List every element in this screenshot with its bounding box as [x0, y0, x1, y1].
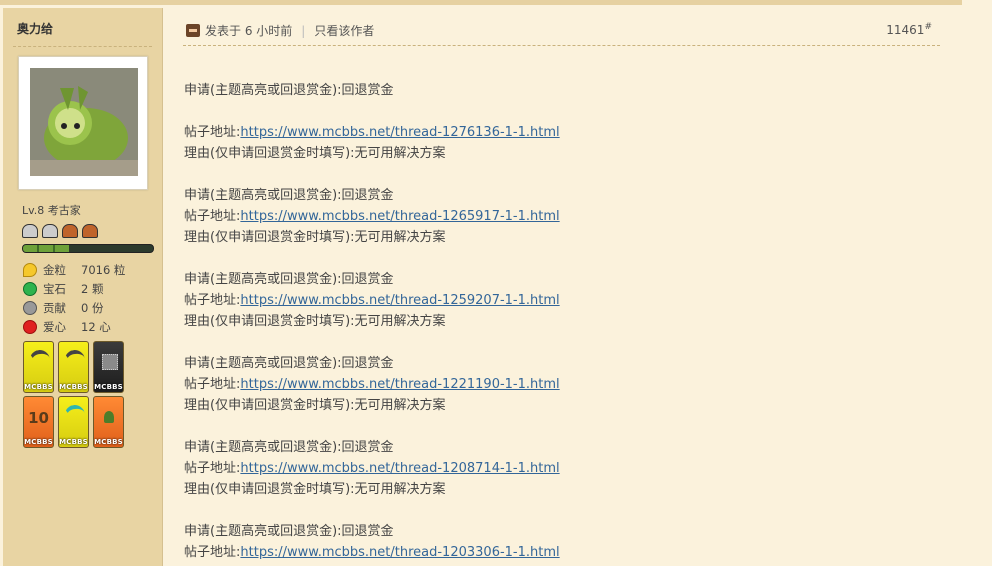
thread-url-link[interactable]: https://www.mcbbs.net/thread-1276136-1-1… — [240, 125, 559, 140]
medal-label: MCBBS — [94, 383, 123, 391]
stat-label: 贡献 — [43, 300, 66, 315]
experience-bar — [22, 244, 154, 253]
post-time: 发表于 6 小时前 — [205, 24, 293, 38]
thread-url-link[interactable]: https://www.mcbbs.net/thread-1203306-1-1… — [240, 545, 559, 560]
author-online-icon — [186, 24, 200, 37]
user-stats: 金粒 7016 粒 宝石 2 颗 贡献 0 份 爱心 12 心 — [23, 260, 125, 336]
gem-icon — [23, 281, 37, 296]
ore-block-icon — [102, 354, 118, 370]
post-content: 申请(主题高亮或回退赏金):回退赏金 帖子地址:https://www.mcbbs… — [184, 80, 560, 563]
avatar[interactable] — [18, 56, 148, 190]
helmet-icon — [82, 224, 98, 238]
thread-address-label: 帖子地址: — [184, 125, 241, 140]
stat-gem: 宝石 2 颗 — [23, 279, 125, 298]
top-border — [0, 0, 962, 5]
request-type-line: 申请(主题高亮或回退赏金):回退赏金 — [184, 83, 394, 98]
thread-address-line: 帖子地址:https://www.mcbbs.net/thread-126591… — [184, 206, 560, 227]
floor-symbol: # — [924, 22, 932, 32]
pickaxe-icon — [63, 403, 87, 429]
experience-bar-fill — [23, 245, 69, 252]
floor-number[interactable]: 11461# — [886, 22, 932, 37]
stat-value: 7016 粒 — [81, 262, 126, 277]
request-type-line: 申请(主题高亮或回退赏金):回退赏金 — [184, 440, 394, 455]
username-link[interactable]: 奥力给 — [17, 20, 53, 37]
plant-icon — [104, 411, 114, 423]
stat-contribution: 贡献 0 份 — [23, 298, 125, 317]
medal-label: MCBBS — [59, 438, 88, 446]
pickaxe-icon — [63, 348, 87, 374]
stat-label: 金粒 — [43, 262, 66, 277]
medal-glyph: 10 — [28, 409, 49, 427]
sidebar-divider — [13, 46, 152, 47]
thread-address-label: 帖子地址: — [184, 461, 241, 476]
thread-address-line: 帖子地址:https://www.mcbbs.net/thread-122119… — [184, 374, 560, 395]
stat-gold: 金粒 7016 粒 — [23, 260, 125, 279]
helmet-icon — [62, 224, 78, 238]
apple-heart-icon — [23, 319, 37, 334]
meta-divider: | — [301, 24, 306, 38]
reason-line: 理由(仅申请回退赏金时填写):无可用解决方案 — [184, 398, 446, 413]
gold-nugget-icon — [23, 262, 37, 277]
medal-grid: MCBBS MCBBS MCBBS 10 MCBBS MCBBS MCBBS — [23, 341, 133, 448]
thread-address-line: 帖子地址:https://www.mcbbs.net/thread-125920… — [184, 290, 560, 311]
helmet-icon — [22, 224, 38, 238]
thread-address-label: 帖子地址: — [184, 545, 241, 560]
request-type-line: 申请(主题高亮或回退赏金):回退赏金 — [184, 524, 394, 539]
gold-pickaxe-medal-icon[interactable]: MCBBS — [58, 341, 89, 393]
ore-block-medal-icon[interactable]: MCBBS — [93, 341, 124, 393]
user-level[interactable]: Lv.8 考古家 — [22, 202, 81, 218]
medal-label: MCBBS — [24, 438, 53, 446]
diamond-pickaxe-medal-icon[interactable]: MCBBS — [58, 396, 89, 448]
plant-medal-icon[interactable]: MCBBS — [93, 396, 124, 448]
request-type-line: 申请(主题高亮或回退赏金):回退赏金 — [184, 188, 394, 203]
level-stars — [22, 224, 98, 238]
floor-number-value: 11461 — [886, 23, 925, 37]
thread-address-label: 帖子地址: — [184, 293, 241, 308]
request-type-line: 申请(主题高亮或回退赏金):回退赏金 — [184, 356, 394, 371]
stat-label: 爱心 — [43, 319, 66, 334]
reason-line: 理由(仅申请回退赏金时填写):无可用解决方案 — [184, 314, 446, 329]
thread-url-link[interactable]: https://www.mcbbs.net/thread-1221190-1-1… — [240, 377, 559, 392]
thread-address-label: 帖子地址: — [184, 209, 241, 224]
thread-url-link[interactable]: https://www.mcbbs.net/thread-1265917-1-1… — [240, 209, 559, 224]
stat-value: 0 份 — [81, 300, 104, 315]
avatar-image[interactable] — [30, 68, 138, 176]
thread-url-link[interactable]: https://www.mcbbs.net/thread-1208714-1-1… — [240, 461, 559, 476]
stat-label: 宝石 — [43, 281, 66, 296]
author-sidebar: 奥力给 Lv.8 考古家 金粒 7016 粒 宝石 2 颗 贡献 0 份 爱心 … — [3, 8, 163, 566]
only-author-link[interactable]: 只看该作者 — [314, 24, 374, 38]
gold-pickaxe-medal-icon[interactable]: MCBBS — [23, 341, 54, 393]
thread-address-line: 帖子地址:https://www.mcbbs.net/thread-120871… — [184, 458, 560, 479]
avatar-kiwi-creature-icon — [30, 68, 138, 176]
thread-address-line: 帖子地址:https://www.mcbbs.net/thread-120330… — [184, 542, 560, 563]
reason-line: 理由(仅申请回退赏金时填写):无可用解决方案 — [184, 482, 446, 497]
medal-label: MCBBS — [24, 383, 53, 391]
contribution-icon — [23, 300, 37, 315]
helmet-icon — [42, 224, 58, 238]
medal-label: MCBBS — [59, 383, 88, 391]
request-type-line: 申请(主题高亮或回退赏金):回退赏金 — [184, 272, 394, 287]
thread-address-line: 帖子地址:https://www.mcbbs.net/thread-127613… — [184, 122, 560, 143]
thread-url-link[interactable]: https://www.mcbbs.net/thread-1259207-1-1… — [240, 293, 559, 308]
medal-label: MCBBS — [94, 438, 123, 446]
reason-line: 理由(仅申请回退赏金时填写):无可用解决方案 — [184, 230, 446, 245]
thread-address-label: 帖子地址: — [184, 377, 241, 392]
reason-line: 理由(仅申请回退赏金时填写):无可用解决方案 — [184, 146, 446, 161]
post-header-divider — [183, 45, 940, 46]
stat-value: 12 心 — [81, 319, 111, 334]
ten-anniversary-medal-icon[interactable]: 10 MCBBS — [23, 396, 54, 448]
stat-love: 爱心 12 心 — [23, 317, 125, 336]
post-meta: 发表于 6 小时前 | 只看该作者 — [186, 22, 374, 39]
stat-value: 2 颗 — [81, 281, 104, 296]
pickaxe-icon — [28, 348, 52, 374]
